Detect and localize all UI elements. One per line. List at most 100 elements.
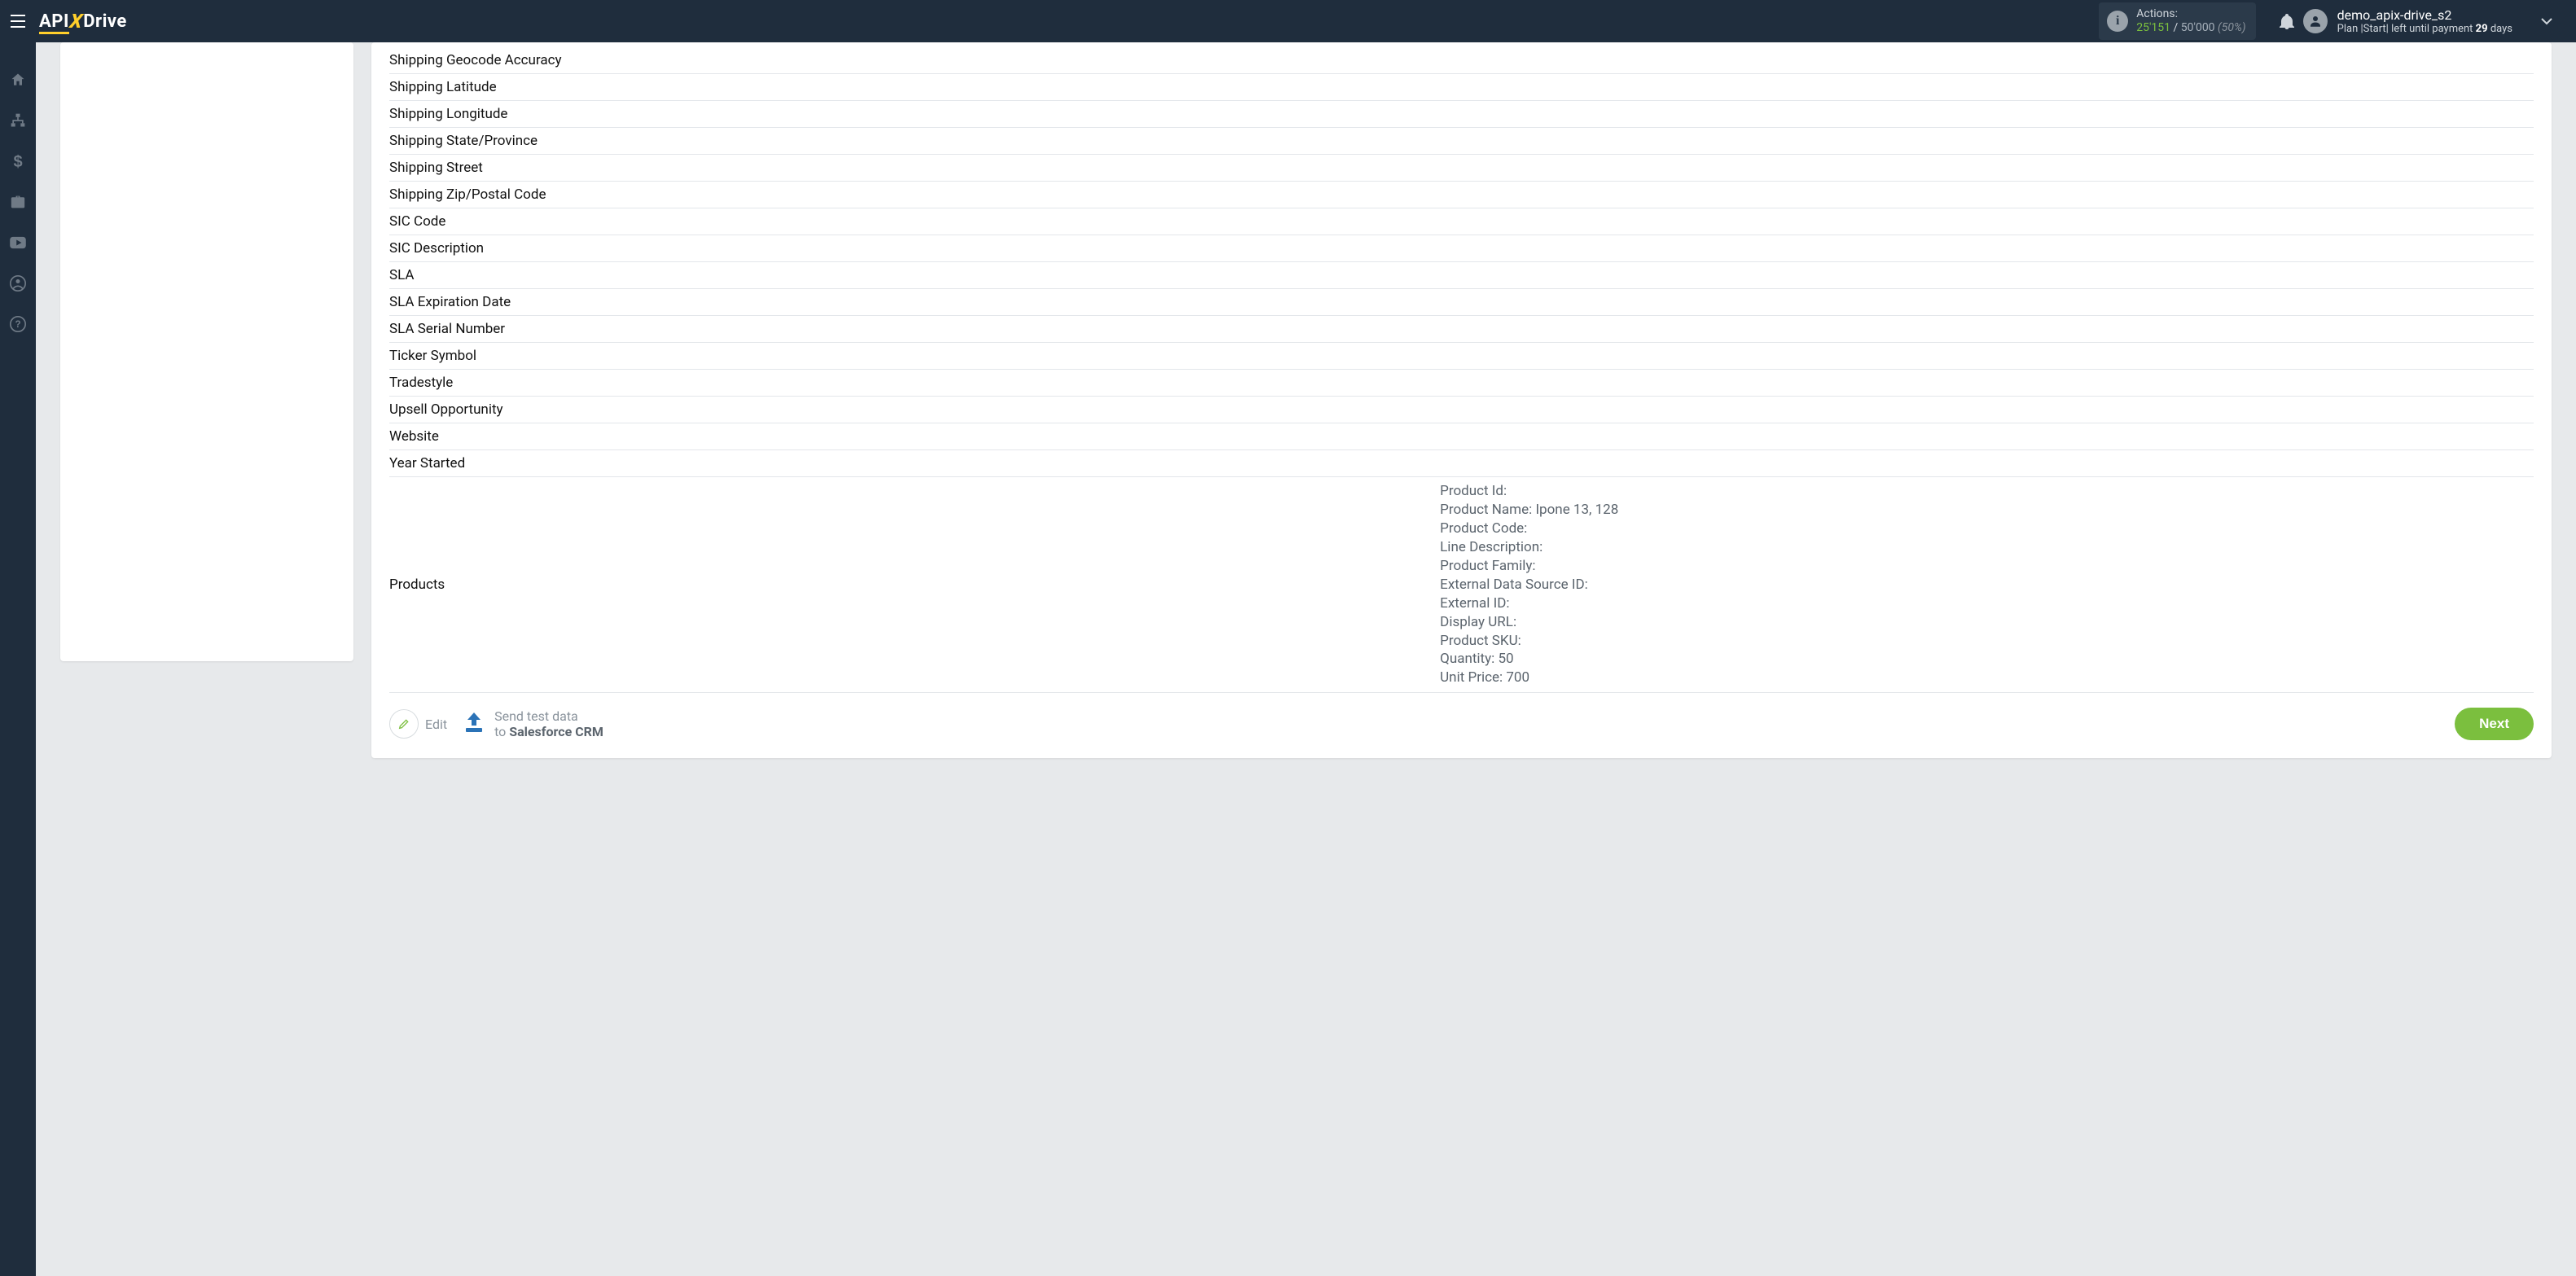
field-row: Shipping Longitude — [389, 101, 2534, 128]
field-value — [1440, 235, 2534, 262]
left-panel — [60, 42, 353, 661]
logo[interactable]: API X Drive — [39, 0, 127, 42]
field-row: SLA Expiration Date — [389, 289, 2534, 316]
user-menu[interactable]: demo_apix-drive_s2 Plan |Start| left unt… — [2303, 7, 2576, 35]
products-label: Products — [389, 477, 1440, 693]
field-value — [1440, 47, 2534, 74]
nav-billing[interactable]: $ — [0, 148, 36, 174]
user-name: demo_apix-drive_s2 — [2337, 7, 2512, 23]
field-name: Shipping Geocode Accuracy — [389, 47, 1440, 74]
logo-x-icon: X — [68, 10, 84, 33]
product-line: External Data Source ID: — [1440, 576, 2534, 594]
field-name: Shipping Latitude — [389, 74, 1440, 101]
field-name: SLA — [389, 262, 1440, 289]
field-name: SIC Code — [389, 208, 1440, 235]
actions-counter[interactable]: i Actions: 25'151 / 50'000 (50%) — [2099, 2, 2255, 40]
actions-label: Actions: — [2136, 7, 2245, 21]
nav-video[interactable] — [0, 230, 36, 256]
actions-pct: (50%) — [2218, 21, 2246, 34]
send-line1: Send test data — [494, 708, 603, 724]
field-row: SLA Serial Number — [389, 316, 2534, 343]
field-name: Tradestyle — [389, 370, 1440, 397]
product-line: Product SKU: — [1440, 632, 2534, 651]
product-line: Line Description: — [1440, 538, 2534, 557]
field-row: Upsell Opportunity — [389, 397, 2534, 423]
logo-drive: Drive — [83, 11, 127, 32]
plan-name: |Start| — [2360, 23, 2388, 35]
edit-button[interactable] — [389, 709, 419, 739]
dollar-icon: $ — [12, 152, 24, 170]
briefcase-icon — [10, 195, 26, 209]
sitemap-icon — [10, 112, 26, 129]
youtube-icon — [9, 236, 27, 249]
plan-days-suffix: days — [2488, 23, 2512, 35]
info-icon: i — [2107, 11, 2128, 32]
top-header: API X Drive i Actions: 25'151 / 50'000 (… — [0, 0, 2576, 42]
nav-help[interactable]: ? — [0, 311, 36, 337]
product-line: External ID: — [1440, 594, 2534, 613]
field-value — [1440, 262, 2534, 289]
field-name: Shipping Street — [389, 155, 1440, 182]
nav-connections[interactable] — [0, 107, 36, 134]
send-line2-prefix: to — [494, 724, 509, 739]
field-name: Shipping Zip/Postal Code — [389, 182, 1440, 208]
svg-text:?: ? — [15, 319, 20, 330]
product-line: Product Code: — [1440, 520, 2534, 538]
menu-toggle-button[interactable] — [0, 0, 36, 42]
field-row: Ticker Symbol — [389, 343, 2534, 370]
actions-sep: / — [2170, 21, 2181, 34]
field-table: Shipping Geocode AccuracyShipping Latitu… — [389, 47, 2534, 693]
product-line: Product Family: — [1440, 557, 2534, 576]
field-name: Website — [389, 423, 1440, 450]
products-value: Product Id:Product Name: Ipone 13, 128Pr… — [1440, 477, 2534, 693]
actions-text: Actions: 25'151 / 50'000 (50%) — [2136, 7, 2245, 35]
logo-api: API — [39, 11, 69, 32]
field-value — [1440, 423, 2534, 450]
send-test-label: Send test data to Salesforce CRM — [494, 708, 603, 739]
send-test-button[interactable]: Send test data to Salesforce CRM — [462, 708, 603, 739]
field-value — [1440, 397, 2534, 423]
product-line: Product Name: Ipone 13, 128 — [1440, 501, 2534, 520]
hamburger-icon — [10, 14, 26, 29]
product-line: Product Id: — [1440, 482, 2534, 501]
plan-days: 29 — [2476, 23, 2488, 35]
chevron-down-icon — [2540, 16, 2553, 26]
field-name: SLA Serial Number — [389, 316, 1440, 343]
field-name: SLA Expiration Date — [389, 289, 1440, 316]
actions-used: 25'151 — [2136, 21, 2170, 34]
edit-label: Edit — [425, 717, 447, 732]
send-line2-target: Salesforce CRM — [509, 724, 603, 739]
field-value — [1440, 182, 2534, 208]
page-body: Shipping Geocode AccuracyShipping Latitu… — [36, 42, 2576, 1276]
product-line: Quantity: 50 — [1440, 650, 2534, 669]
notifications-button[interactable] — [2271, 0, 2303, 42]
products-row: ProductsProduct Id:Product Name: Ipone 1… — [389, 477, 2534, 693]
field-value — [1440, 289, 2534, 316]
upload-icon — [462, 711, 486, 737]
avatar-icon — [2303, 9, 2328, 33]
actions-limit: 50'000 — [2181, 21, 2215, 34]
field-value — [1440, 450, 2534, 477]
side-rail: $ ? — [0, 42, 36, 1276]
pencil-icon — [397, 717, 410, 730]
field-value — [1440, 101, 2534, 128]
nav-home[interactable] — [0, 67, 36, 93]
home-icon — [10, 72, 26, 88]
user-plan: Plan |Start| left until payment 29 days — [2337, 23, 2512, 35]
next-button[interactable]: Next — [2455, 708, 2534, 740]
field-value — [1440, 316, 2534, 343]
bell-icon — [2280, 13, 2294, 29]
field-row: Tradestyle — [389, 370, 2534, 397]
field-name: Ticker Symbol — [389, 343, 1440, 370]
field-name: Upsell Opportunity — [389, 397, 1440, 423]
question-icon: ? — [10, 316, 26, 332]
field-row: SIC Code — [389, 208, 2534, 235]
field-value — [1440, 370, 2534, 397]
field-name: Year Started — [389, 450, 1440, 477]
field-row: Shipping Zip/Postal Code — [389, 182, 2534, 208]
field-value — [1440, 74, 2534, 101]
nav-account[interactable] — [0, 270, 36, 296]
nav-briefcase[interactable] — [0, 189, 36, 215]
field-name: Shipping State/Province — [389, 128, 1440, 155]
field-value — [1440, 155, 2534, 182]
